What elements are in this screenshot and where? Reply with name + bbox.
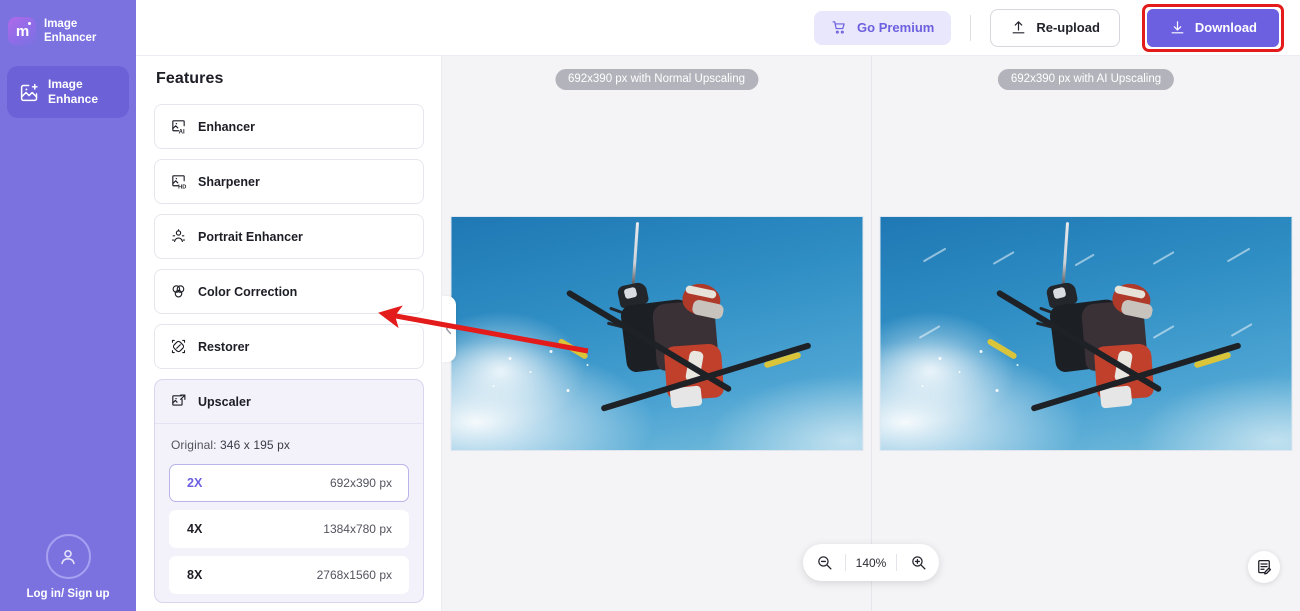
comparison-panes: 692x390 px with Normal Upscaling 692x390… (442, 0, 1300, 611)
upscale-option-name: 2X (187, 476, 203, 490)
upload-icon (1012, 21, 1025, 34)
sidebar-item-label-line1: Image (48, 76, 83, 91)
feature-restorer[interactable]: Restorer (154, 324, 424, 369)
photo (451, 217, 862, 450)
account-login-button[interactable]: Log in/ Sign up (0, 534, 136, 600)
download-label: Download (1194, 20, 1257, 35)
app-logo-icon: m (8, 17, 36, 46)
feature-enhancer[interactable]: AI Enhancer (154, 104, 424, 149)
feature-label: Sharpener (198, 174, 260, 189)
app-root: m Image Enhancer Image Enhance Log in/ S… (0, 0, 1300, 611)
upscale-option-name: 4X (187, 522, 203, 536)
brand-name-line1: Image (44, 18, 78, 30)
chevron-left-icon (445, 323, 452, 335)
features-panel: Features AI Enhancer HD Sharpener Portra… (136, 0, 450, 611)
upscaler-header[interactable]: Upscaler (155, 380, 423, 424)
original-size-value: 346 x 195 px (220, 438, 290, 452)
zoom-out-button[interactable] (803, 544, 845, 581)
go-premium-button[interactable]: Go Premium (814, 10, 952, 45)
top-toolbar: Go Premium Re-upload Download (136, 0, 1300, 56)
svg-text:AI: AI (178, 130, 184, 135)
zoom-level-value: 140% (855, 555, 887, 570)
download-button-highlight: Download (1141, 3, 1284, 52)
sidebar-item-image-enhance[interactable]: Image Enhance (7, 66, 129, 119)
brand: m Image Enhancer (8, 17, 128, 46)
logo-glyph: m (15, 22, 29, 40)
zoom-control: 140% (803, 544, 939, 581)
feature-label: Enhancer (198, 119, 255, 134)
zoom-in-icon (911, 556, 926, 570)
feature-color-correction[interactable]: Color Correction (154, 269, 424, 314)
features-list: AI Enhancer HD Sharpener Portrait Enhanc… (154, 104, 424, 369)
re-upload-label: Re-upload (1036, 20, 1100, 35)
image-ai-icon: AI (169, 118, 187, 136)
toolbar-divider (970, 14, 972, 41)
upscale-option-dims: 2768x1560 px (316, 568, 392, 582)
photo (880, 217, 1292, 450)
go-premium-label: Go Premium (857, 20, 935, 35)
skier-subject (986, 221, 1250, 446)
pane-badge: 692x390 px with AI Upscaling (997, 69, 1175, 90)
account-login-label: Log in/ Sign up (26, 588, 110, 600)
upscale-option-dims: 1384x780 px (323, 522, 392, 536)
original-size-label: Original: (171, 438, 217, 452)
zoom-in-button[interactable] (897, 544, 939, 581)
preview-image-normal[interactable] (450, 216, 863, 451)
upscale-option-2x[interactable]: 2X 692x390 px (169, 464, 409, 502)
feedback-note-icon (1258, 559, 1272, 575)
upscaler-title: Upscaler (198, 394, 251, 409)
image-hd-icon: HD (169, 173, 187, 191)
download-button[interactable]: Download (1146, 8, 1279, 47)
upscaler-card: Upscaler Original: 346 x 195 px 2X 692x3… (154, 379, 424, 603)
preview-canvas: 692x390 px with Normal Upscaling 692x390… (442, 0, 1300, 611)
upscale-option-dims: 692x390 px (329, 476, 392, 490)
sidebar-item-label: Image Enhance (48, 77, 98, 107)
avatar (45, 534, 91, 579)
feature-sharpener[interactable]: HD Sharpener (154, 159, 424, 204)
brand-name-line2: Enhancer (44, 32, 97, 45)
upscale-option-4x[interactable]: 4X 1384x780 px (169, 510, 409, 548)
upscale-option-name: 8X (187, 568, 203, 582)
feature-label: Restorer (198, 339, 250, 354)
upscale-option-8x[interactable]: 8X 2768x1560 px (169, 556, 409, 594)
brand-name: Image Enhancer (44, 17, 96, 45)
pane-badge: 692x390 px with Normal Upscaling (554, 69, 759, 90)
zoom-out-icon (817, 556, 832, 570)
portrait-icon (169, 228, 187, 246)
image-plus-icon (18, 81, 40, 103)
feature-label: Portrait Enhancer (198, 229, 303, 244)
feature-portrait-enhancer[interactable]: Portrait Enhancer (154, 214, 424, 259)
skier-subject (557, 221, 821, 446)
left-sidebar: m Image Enhancer Image Enhance Log in/ S… (0, 0, 136, 611)
cart-icon (832, 21, 845, 34)
original-size-row: Original: 346 x 195 px (155, 424, 423, 464)
feedback-button[interactable] (1248, 551, 1280, 583)
logo-dot (28, 22, 31, 26)
panel-collapse-handle[interactable] (442, 296, 456, 362)
sidebar-item-label-line2: Enhance (48, 92, 99, 107)
feature-label: Color Correction (198, 284, 298, 299)
pane-ai-upscaling: 692x390 px with AI Upscaling (871, 0, 1300, 611)
pane-normal-upscaling: 692x390 px with Normal Upscaling (442, 0, 871, 611)
color-circles-icon (169, 283, 187, 301)
restore-patch-icon (169, 338, 187, 356)
re-upload-button[interactable]: Re-upload (990, 8, 1120, 47)
svg-text:HD: HD (178, 185, 186, 190)
image-expand-icon (169, 393, 187, 411)
download-icon (1171, 21, 1184, 34)
preview-image-ai[interactable] (879, 216, 1293, 451)
